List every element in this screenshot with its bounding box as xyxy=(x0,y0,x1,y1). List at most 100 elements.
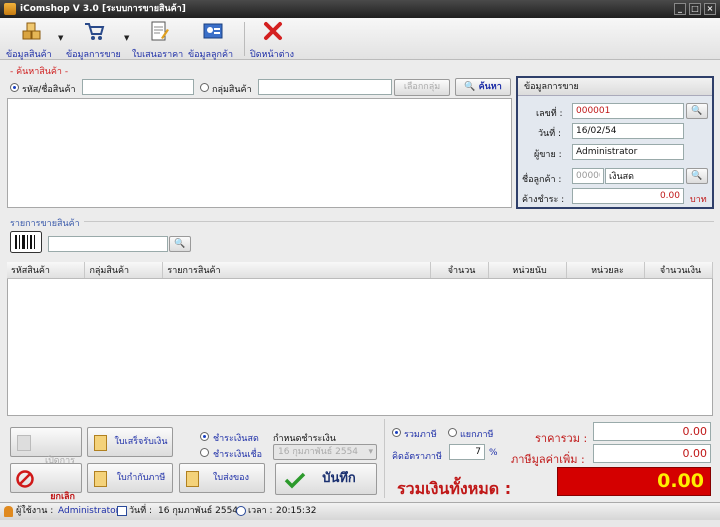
items-table-header: รหัสสินค้า กลุ่มสินค้า รายการสินค้า จำนวน หน… xyxy=(7,262,714,279)
close-window-button[interactable]: × xyxy=(704,3,716,15)
delivery-label: ใบส่งของ xyxy=(213,473,249,483)
radio-vat-include[interactable] xyxy=(392,428,401,437)
subtotal-field[interactable] xyxy=(593,422,711,441)
search-button-label: ค้นหา xyxy=(478,82,502,92)
clock-icon xyxy=(236,506,246,516)
radio-group-label: กลุ่มสินค้า xyxy=(212,85,252,95)
sales-label: ข้อมูลการขาย xyxy=(66,50,121,60)
close-screen-button[interactable]: ปิดหน้าต่าง xyxy=(250,20,296,60)
magnifier-icon: 🔍 xyxy=(691,171,703,181)
products-button[interactable]: ข้อมูลสินค้า xyxy=(6,20,58,60)
status-bar: ผู้ใช้งาน : Administrator วันที่ : 16 กุ… xyxy=(0,502,720,520)
sale-info-header: ข้อมูลการขาย xyxy=(518,78,712,96)
barcode-input[interactable] xyxy=(48,236,168,252)
items-table-body[interactable] xyxy=(7,279,713,416)
vat-amount-label: ภาษีมูลค่าเพิ่ม : xyxy=(511,453,585,466)
vat-include-label: รวมภาษี xyxy=(404,430,437,440)
due-date-picker[interactable]: 16 กุมภาพันธ์ 2554 ▾ xyxy=(273,444,377,460)
no-entry-icon xyxy=(16,470,34,488)
select-group-button[interactable]: เลือกกลุ่ม xyxy=(394,79,450,96)
seller-field[interactable] xyxy=(572,144,684,160)
calendar-icon xyxy=(117,506,127,516)
customers-label: ข้อมูลลูกค้า xyxy=(188,50,234,60)
magnifier-icon: 🔍 xyxy=(691,106,703,116)
boxes-icon xyxy=(22,22,41,40)
balance-field[interactable] xyxy=(572,188,684,204)
vat-amount-field[interactable] xyxy=(593,444,711,463)
vat-rate-input[interactable] xyxy=(449,444,485,460)
customer-code-field[interactable] xyxy=(572,168,604,184)
customer-label: ชื่อลูกค้า : xyxy=(522,175,562,185)
search-button[interactable]: 🔍 ค้นหา xyxy=(455,78,511,96)
red-x-icon xyxy=(264,22,282,40)
due-date-label: กำหนดชำระเงิน xyxy=(273,434,336,444)
time-status-label: เวลา : xyxy=(248,506,273,516)
items-table[interactable]: รหัสสินค้า กลุ่มสินค้า รายการสินค้า จำนวน หน… xyxy=(7,262,714,279)
toolbar: ข้อมูลสินค้า ▼ ข้อมูลการขาย ▼ ใบเสนอราคา xyxy=(0,18,720,60)
group-input[interactable] xyxy=(258,79,392,95)
column-header[interactable]: หน่วยละ xyxy=(566,262,645,279)
receipt-icon xyxy=(94,435,107,451)
save-button[interactable]: บันทึก xyxy=(275,463,377,495)
products-label: ข้อมูลสินค้า xyxy=(6,50,52,60)
chevron-down-icon: ▾ xyxy=(368,447,373,457)
chevron-down-icon[interactable]: ▼ xyxy=(124,34,129,42)
restore-button[interactable]: □ xyxy=(689,3,701,15)
tax-invoice-label: ใบกำกับภาษี xyxy=(116,473,166,483)
delivery-button[interactable]: ใบส่งของ xyxy=(179,463,265,493)
date-field[interactable] xyxy=(572,123,684,139)
radio-vat-exclude[interactable] xyxy=(448,428,457,437)
column-header[interactable]: รายการสินค้า xyxy=(162,262,432,279)
cart-icon xyxy=(85,23,105,40)
chevron-down-icon[interactable]: ▼ xyxy=(58,34,63,42)
customer-search-button[interactable]: 🔍 xyxy=(686,168,708,184)
close-screen-label: ปิดหน้าต่าง xyxy=(250,50,294,60)
totals-area: รวมภาษี แยกภาษี คิดอัตราภาษี % ราคารวม :… xyxy=(384,419,714,498)
invoice-icon xyxy=(94,471,107,487)
save-label: บันทึก xyxy=(322,471,356,486)
column-header[interactable]: หน่วยนับ xyxy=(488,262,568,279)
quote-button[interactable]: ใบเสนอราคา xyxy=(132,20,186,60)
radio-group[interactable] xyxy=(200,83,209,92)
seller-label: ผู้ขาย : xyxy=(534,150,562,160)
barcode-search-button[interactable]: 🔍 xyxy=(169,236,191,252)
radio-pay-credit[interactable] xyxy=(200,448,209,457)
new-sale-button[interactable]: เปิดการ ขายใหม่ xyxy=(10,427,82,478)
search-results-list[interactable] xyxy=(7,98,512,208)
user-icon xyxy=(4,506,13,517)
sale-info-panel: ข้อมูลการขาย เลขที่ : 🔍 วันที่ : ผู้ขาย … xyxy=(516,76,714,209)
doc-number-label: เลขที่ : xyxy=(536,109,563,119)
receipt-label: ใบเสร็จรับเงิน xyxy=(114,437,168,447)
radio-pay-cash[interactable] xyxy=(200,432,209,441)
cancel-sale-button[interactable]: ยกเลิก การขาย xyxy=(10,463,82,514)
pay-cash-label: ชำระเงินสด xyxy=(213,434,259,444)
grand-total-label: รวมเงินทั้งหมด : xyxy=(397,479,512,498)
grand-total-display: 0.00 xyxy=(557,467,711,496)
due-date-value: 16 กุมภาพันธ์ 2554 xyxy=(278,447,359,457)
user-label: ผู้ใช้งาน : xyxy=(16,506,54,516)
customers-button[interactable]: ข้อมูลลูกค้า xyxy=(188,20,238,60)
column-header[interactable]: กลุ่มสินค้า xyxy=(84,262,164,279)
window-title: iComshop V 3.0 [ระบบการขายสินค้า] xyxy=(20,4,186,14)
receipt-button[interactable]: ใบเสร็จรับเงิน xyxy=(87,427,173,457)
minimize-button[interactable]: _ xyxy=(674,3,686,15)
sales-button[interactable]: ข้อมูลการขาย xyxy=(66,20,122,60)
balance-label: ค้างชำระ : xyxy=(522,195,565,205)
column-header[interactable]: จำนวนเงิน xyxy=(644,262,714,279)
column-header[interactable]: จำนวน xyxy=(430,262,490,279)
customer-name-field[interactable] xyxy=(605,168,684,184)
vat-percent-unit: % xyxy=(489,448,498,458)
column-header[interactable]: รหัสสินค้า xyxy=(7,262,86,279)
items-section-label: รายการขายสินค้า xyxy=(10,219,80,229)
search-keyword-input[interactable] xyxy=(82,79,194,95)
magnifier-icon: 🔍 xyxy=(464,82,476,92)
vat-exclude-label: แยกภาษี xyxy=(460,430,494,440)
tax-invoice-button[interactable]: ใบกำกับภาษี xyxy=(87,463,173,493)
radio-code-name[interactable] xyxy=(10,83,19,92)
magnifier-icon: 🔍 xyxy=(174,239,186,249)
new-doc-icon xyxy=(17,435,31,451)
doc-search-button[interactable]: 🔍 xyxy=(686,103,708,119)
quote-label: ใบเสนอราคา xyxy=(132,50,184,60)
search-section-label: - ค้นหาสินค้า - xyxy=(10,67,69,77)
doc-number-field[interactable] xyxy=(572,103,684,119)
